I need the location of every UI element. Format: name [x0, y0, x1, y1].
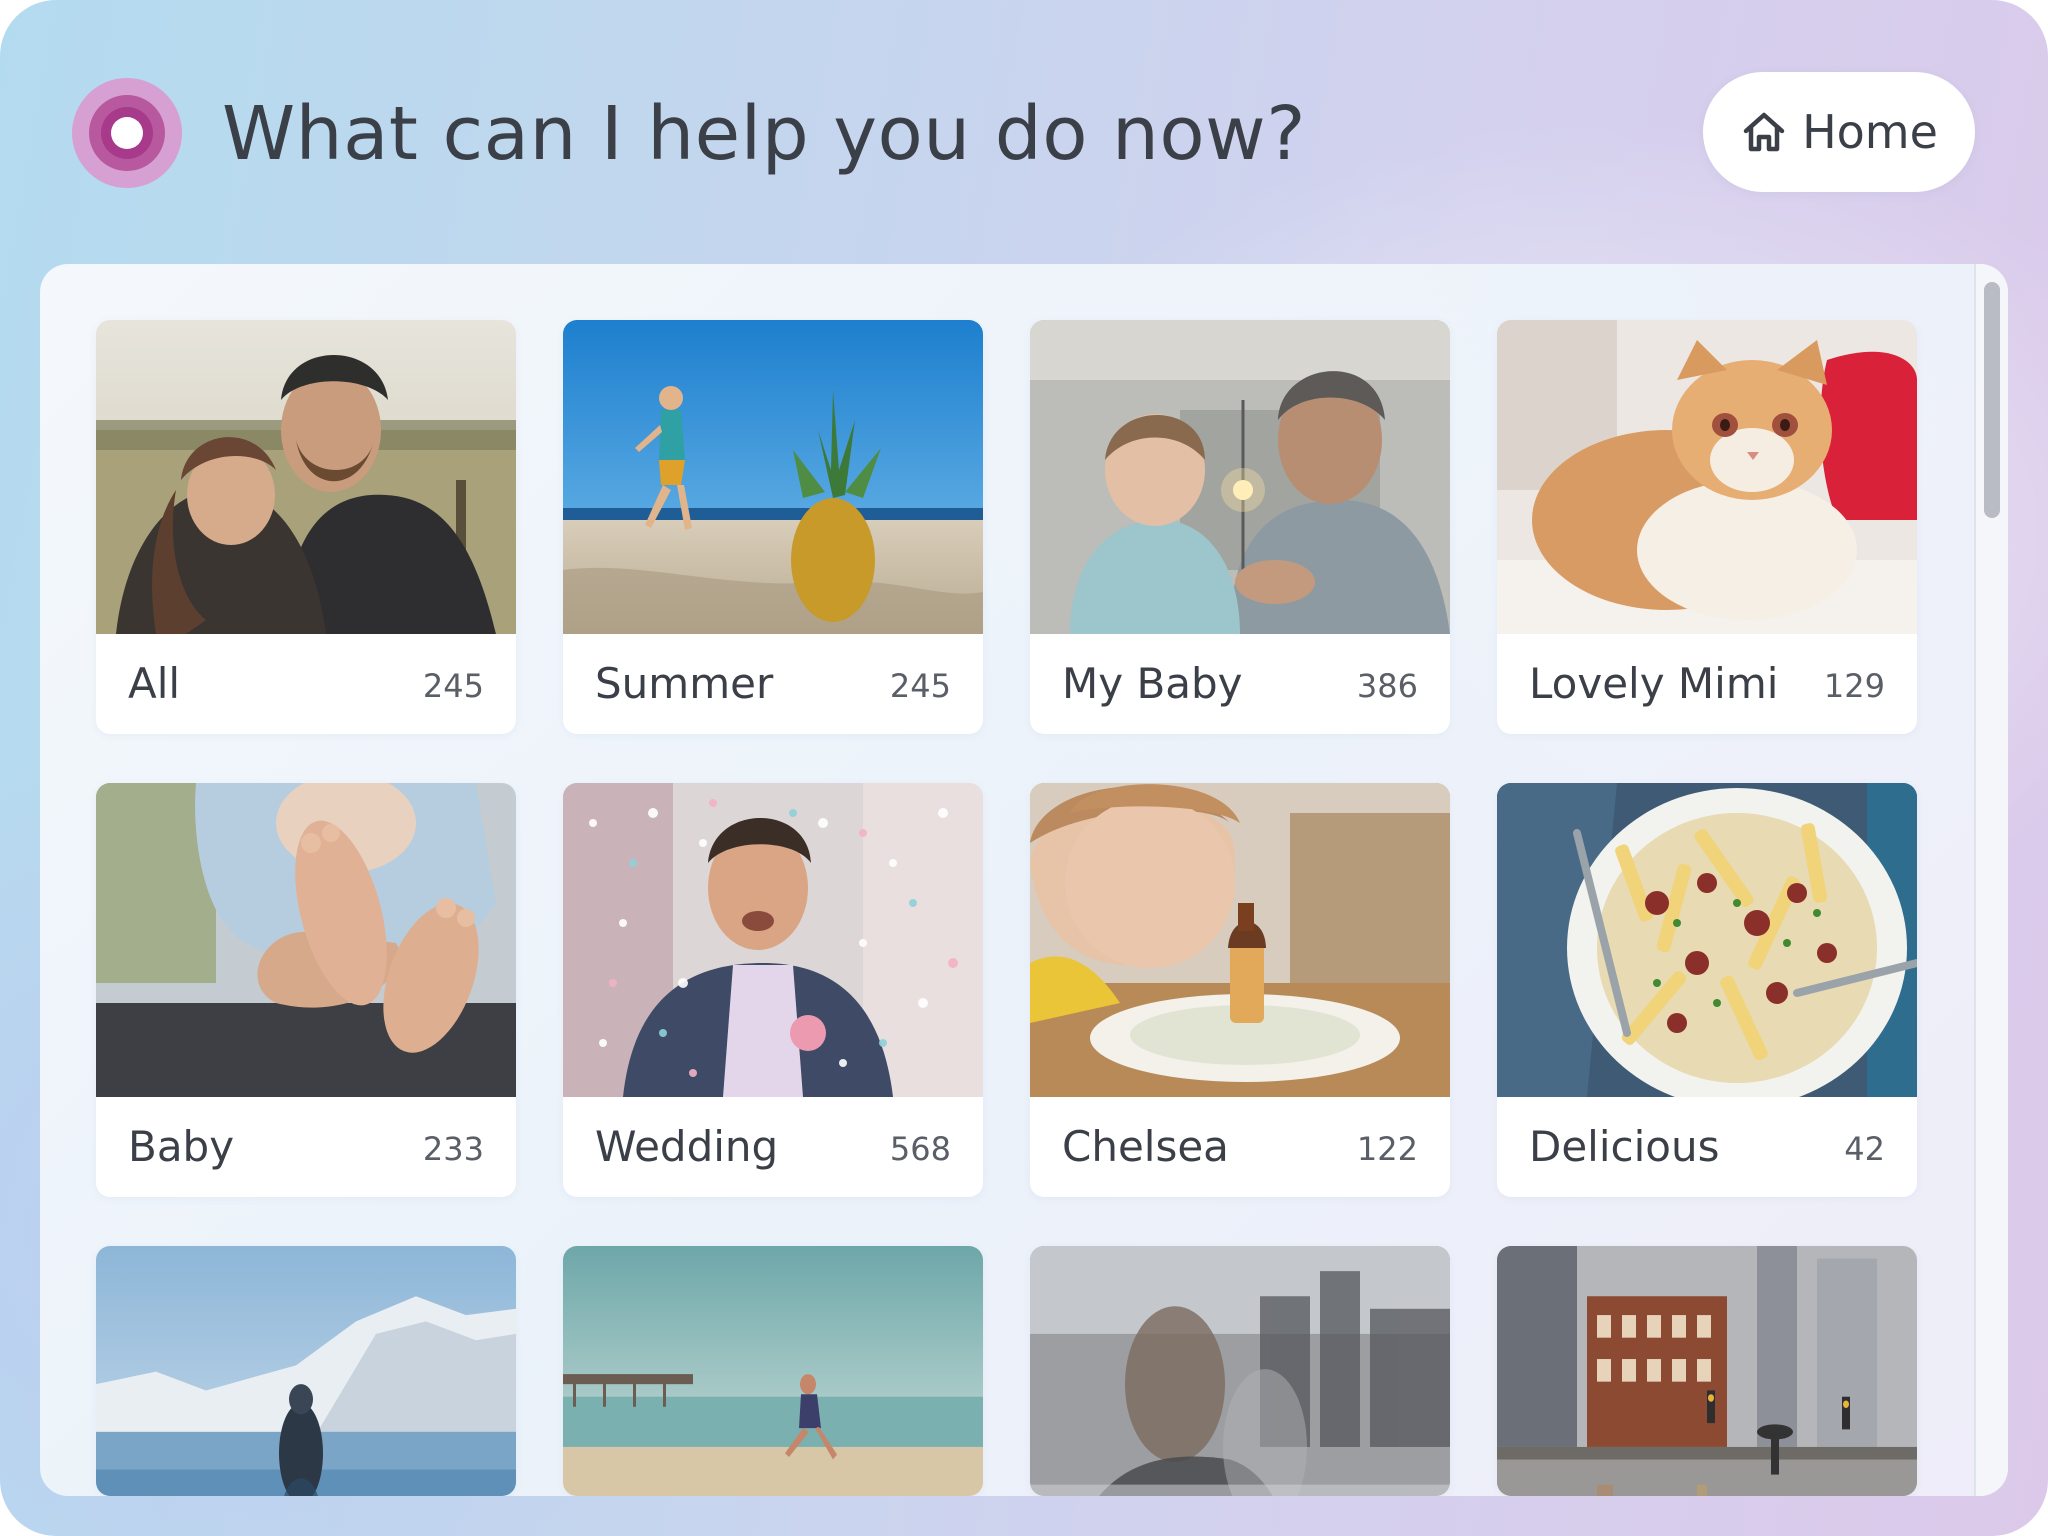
- album-card-partial[interactable]: [96, 1246, 516, 1496]
- album-thumbnail: [563, 1246, 983, 1496]
- album-count: 245: [889, 667, 951, 705]
- wedding-confetti-photo: [563, 783, 983, 1097]
- album-thumbnail: [563, 320, 983, 634]
- album-count: 245: [422, 667, 484, 705]
- mountain-lake-photo: [96, 1246, 516, 1496]
- album-count: 42: [1844, 1130, 1885, 1168]
- beach-pier-photo: [563, 1246, 983, 1496]
- album-count: 568: [889, 1130, 951, 1168]
- album-card-partial[interactable]: [563, 1246, 983, 1496]
- album-card-all[interactable]: All 245: [96, 320, 516, 734]
- album-count: 233: [422, 1130, 484, 1168]
- album-name: My Baby: [1062, 659, 1243, 708]
- beach-pineapple-photo: [563, 320, 983, 634]
- album-thumbnail: [1497, 783, 1917, 1097]
- album-card-lovely-mimi[interactable]: Lovely Mimi 129: [1497, 320, 1917, 734]
- cat-photo: [1497, 320, 1917, 634]
- window-reflection-photo: [1030, 1246, 1450, 1496]
- album-count: 129: [1823, 667, 1885, 705]
- album-card-chelsea[interactable]: Chelsea 122: [1030, 783, 1450, 1197]
- album-card-partial[interactable]: [1030, 1246, 1450, 1496]
- album-card-baby[interactable]: Baby 233: [96, 783, 516, 1197]
- album-name: Baby: [128, 1122, 235, 1171]
- home-button-label: Home: [1802, 105, 1938, 159]
- album-count: 122: [1356, 1130, 1418, 1168]
- scrollbar-thumb[interactable]: [1984, 282, 2000, 518]
- home-button[interactable]: Home: [1703, 72, 1975, 192]
- album-name: Delicious: [1529, 1122, 1720, 1171]
- assistant-prompt: What can I help you do now?: [222, 91, 1306, 177]
- album-thumbnail: [1497, 1246, 1917, 1496]
- album-name: Summer: [595, 659, 774, 708]
- album-panel[interactable]: All 245 Summer 245 My Baby 386 Lovely Mi…: [40, 264, 2008, 1496]
- album-thumbnail: [1030, 783, 1450, 1097]
- album-thumbnail: [96, 783, 516, 1097]
- father-daughter-photo: [96, 320, 516, 634]
- assistant-logo-icon[interactable]: [72, 78, 182, 188]
- album-card-partial[interactable]: [1497, 1246, 1917, 1496]
- album-count: 386: [1356, 667, 1418, 705]
- album-card-my-baby[interactable]: My Baby 386: [1030, 320, 1450, 734]
- album-name: Lovely Mimi: [1529, 659, 1779, 708]
- album-card-summer[interactable]: Summer 245: [563, 320, 983, 734]
- baby-feet-photo: [96, 783, 516, 1097]
- album-name: Chelsea: [1062, 1122, 1229, 1171]
- rainy-city-street-photo: [1497, 1246, 1917, 1496]
- album-thumbnail: [1030, 1246, 1450, 1496]
- album-name: Wedding: [595, 1122, 779, 1171]
- album-thumbnail: [1497, 320, 1917, 634]
- app-screen: What can I help you do now? Home All 245…: [0, 0, 2048, 1536]
- sparkler-photo: [1030, 320, 1450, 634]
- home-icon: [1743, 112, 1785, 152]
- album-thumbnail: [96, 320, 516, 634]
- album-thumbnail: [96, 1246, 516, 1496]
- album-thumbnail: [563, 783, 983, 1097]
- album-thumbnail: [1030, 320, 1450, 634]
- girl-cupcake-photo: [1030, 783, 1450, 1097]
- loaded-fries-photo: [1497, 783, 1917, 1097]
- album-card-delicious[interactable]: Delicious 42: [1497, 783, 1917, 1197]
- album-name: All: [128, 659, 181, 708]
- album-card-wedding[interactable]: Wedding 568: [563, 783, 983, 1197]
- header: What can I help you do now? Home: [0, 0, 2048, 262]
